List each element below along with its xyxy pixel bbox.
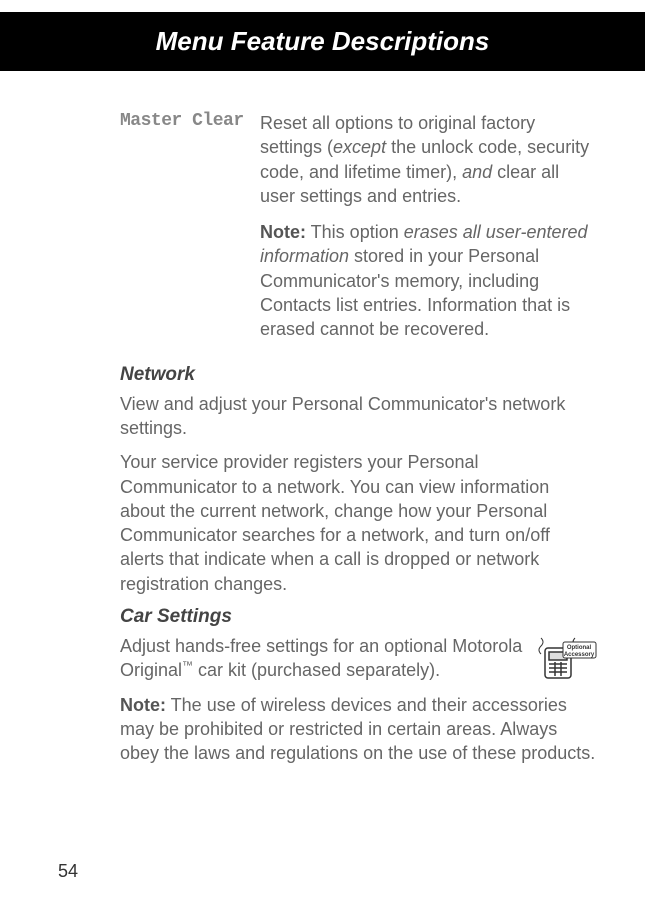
car-settings-heading: Car Settings bbox=[120, 606, 597, 628]
page-number: 54 bbox=[58, 861, 78, 882]
car-settings-text: Adjust hands-free settings for an option… bbox=[120, 634, 525, 693]
svg-text:Optional: Optional bbox=[567, 645, 592, 651]
svg-text:Accessory: Accessory bbox=[564, 652, 595, 658]
optional-accessory-icon: Optional Accessory bbox=[537, 630, 597, 690]
car-settings-row: Adjust hands-free settings for an option… bbox=[120, 634, 597, 693]
network-p2: Your service provider registers your Per… bbox=[120, 450, 597, 596]
master-clear-term: Master Clear bbox=[120, 111, 260, 354]
master-clear-p1: Reset all options to original factory se… bbox=[260, 111, 597, 208]
car-settings-p1: Adjust hands-free settings for an option… bbox=[120, 634, 525, 683]
master-clear-note: Note: This option erases all user-entere… bbox=[260, 220, 597, 341]
content-area: Master Clear Reset all options to origin… bbox=[0, 71, 657, 766]
car-settings-note: Note: The use of wireless devices and th… bbox=[120, 693, 597, 766]
header-title: Menu Feature Descriptions bbox=[156, 26, 490, 56]
page-header: Menu Feature Descriptions bbox=[0, 12, 645, 71]
master-clear-row: Master Clear Reset all options to origin… bbox=[120, 111, 597, 354]
network-heading: Network bbox=[120, 364, 597, 386]
network-p1: View and adjust your Personal Communicat… bbox=[120, 392, 597, 441]
master-clear-description: Reset all options to original factory se… bbox=[260, 111, 597, 354]
